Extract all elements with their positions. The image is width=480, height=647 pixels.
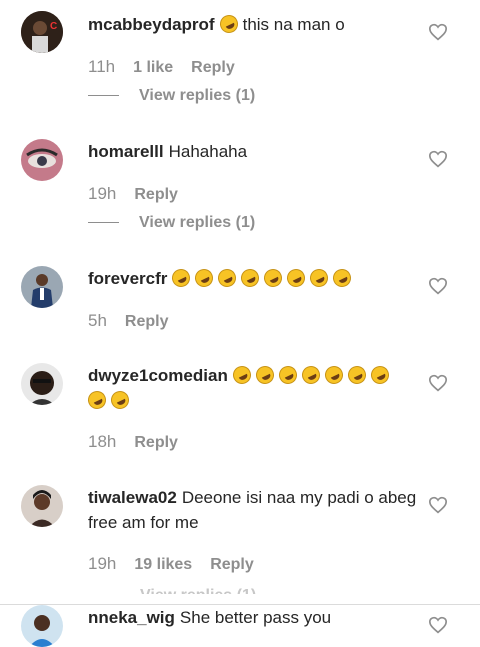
likes-count[interactable]: 1 like	[133, 59, 173, 76]
comment-text: nneka_wig She better pass you	[88, 605, 418, 630]
comment-meta: 5h Reply	[88, 311, 169, 332]
laughing-emoji-icon	[215, 266, 240, 290]
comment-username[interactable]: homarelll	[88, 142, 164, 161]
avatar[interactable]	[21, 485, 63, 527]
heart-outline-icon[interactable]	[428, 616, 448, 634]
comment-username[interactable]: tiwalewa02	[88, 488, 177, 507]
avatar[interactable]: C	[21, 11, 63, 53]
comment-username[interactable]: mcabbeydaprof	[88, 15, 215, 34]
comment-time: 19h	[88, 184, 117, 203]
comment-meta: 19h Reply	[88, 184, 178, 205]
comment-text: forevercfr	[88, 266, 418, 291]
laughing-emoji-icon	[238, 266, 263, 290]
heart-outline-icon[interactable]	[428, 150, 448, 168]
laughing-emoji-icon	[252, 363, 277, 387]
laughing-emoji-icon	[85, 388, 109, 412]
laughing-emoji-icon	[344, 363, 369, 387]
comment-time: 19h	[88, 554, 117, 573]
laughing-emoji-icon	[169, 266, 194, 290]
emoji-sequence	[169, 266, 356, 290]
laughing-emoji-icon	[330, 266, 355, 290]
comment-text: mcabbeydaprof this na man o	[88, 12, 418, 37]
comment-username[interactable]: forevercfr	[88, 269, 167, 288]
view-replies-button[interactable]: View replies (1)	[88, 87, 255, 105]
avatar[interactable]	[21, 605, 63, 647]
comment-body: Hahahaha	[168, 142, 248, 161]
comment-meta: 11h 1 like Reply	[88, 57, 235, 78]
laughing-emoji-icon	[261, 266, 286, 290]
avatar[interactable]	[21, 363, 63, 405]
comment-time: 5h	[88, 311, 107, 330]
reply-button[interactable]: Reply	[134, 186, 178, 203]
comment-username[interactable]: nneka_wig	[88, 608, 175, 627]
comment-meta: 19h 19 likes Reply	[88, 554, 254, 575]
reply-button[interactable]: Reply	[191, 59, 235, 76]
heart-outline-icon[interactable]	[428, 23, 448, 41]
laughing-emoji-icon	[229, 363, 254, 387]
laughing-emoji-icon	[321, 363, 346, 387]
comment-meta: 18h Reply	[88, 432, 178, 453]
likes-count[interactable]: 19 likes	[134, 556, 192, 573]
svg-text:C: C	[50, 21, 57, 32]
laughing-emoji-icon	[298, 363, 323, 387]
laughing-emoji-icon	[192, 266, 217, 290]
comment-time: 18h	[88, 432, 117, 451]
laughing-emoji-icon	[284, 266, 309, 290]
comment-username[interactable]: dwyze1comedian	[88, 366, 228, 385]
view-replies-button[interactable]: View replies (1)	[140, 586, 256, 594]
comment-text: tiwalewa02 Deeone isi naa my padi o abeg …	[88, 485, 418, 535]
comment-text: homarelll Hahahaha	[88, 139, 418, 164]
comment-text: dwyze1comedian	[85, 363, 418, 413]
replies-divider	[88, 222, 119, 224]
avatar[interactable]	[21, 139, 63, 181]
laughing-emoji-icon	[367, 363, 392, 387]
heart-outline-icon[interactable]	[428, 496, 448, 514]
view-replies-button[interactable]: View replies (1)	[88, 214, 255, 232]
replies-divider	[88, 95, 119, 97]
reply-button[interactable]: Reply	[210, 556, 254, 573]
laughing-emoji-icon	[108, 388, 132, 412]
comment-body: She better pass you	[179, 608, 332, 627]
comment-body: this na man o	[242, 15, 345, 34]
avatar[interactable]	[21, 266, 63, 308]
laughing-emoji-icon	[216, 12, 241, 36]
view-replies-label: View replies (1)	[139, 87, 256, 104]
reply-button[interactable]: Reply	[134, 434, 178, 451]
laughing-emoji-icon	[307, 266, 332, 290]
heart-outline-icon[interactable]	[428, 374, 448, 392]
laughing-emoji-icon	[275, 363, 300, 387]
reply-button[interactable]: Reply	[125, 313, 169, 330]
heart-outline-icon[interactable]	[428, 277, 448, 295]
view-replies-label: View replies (1)	[139, 214, 256, 231]
comment-time: 11h	[88, 57, 116, 76]
